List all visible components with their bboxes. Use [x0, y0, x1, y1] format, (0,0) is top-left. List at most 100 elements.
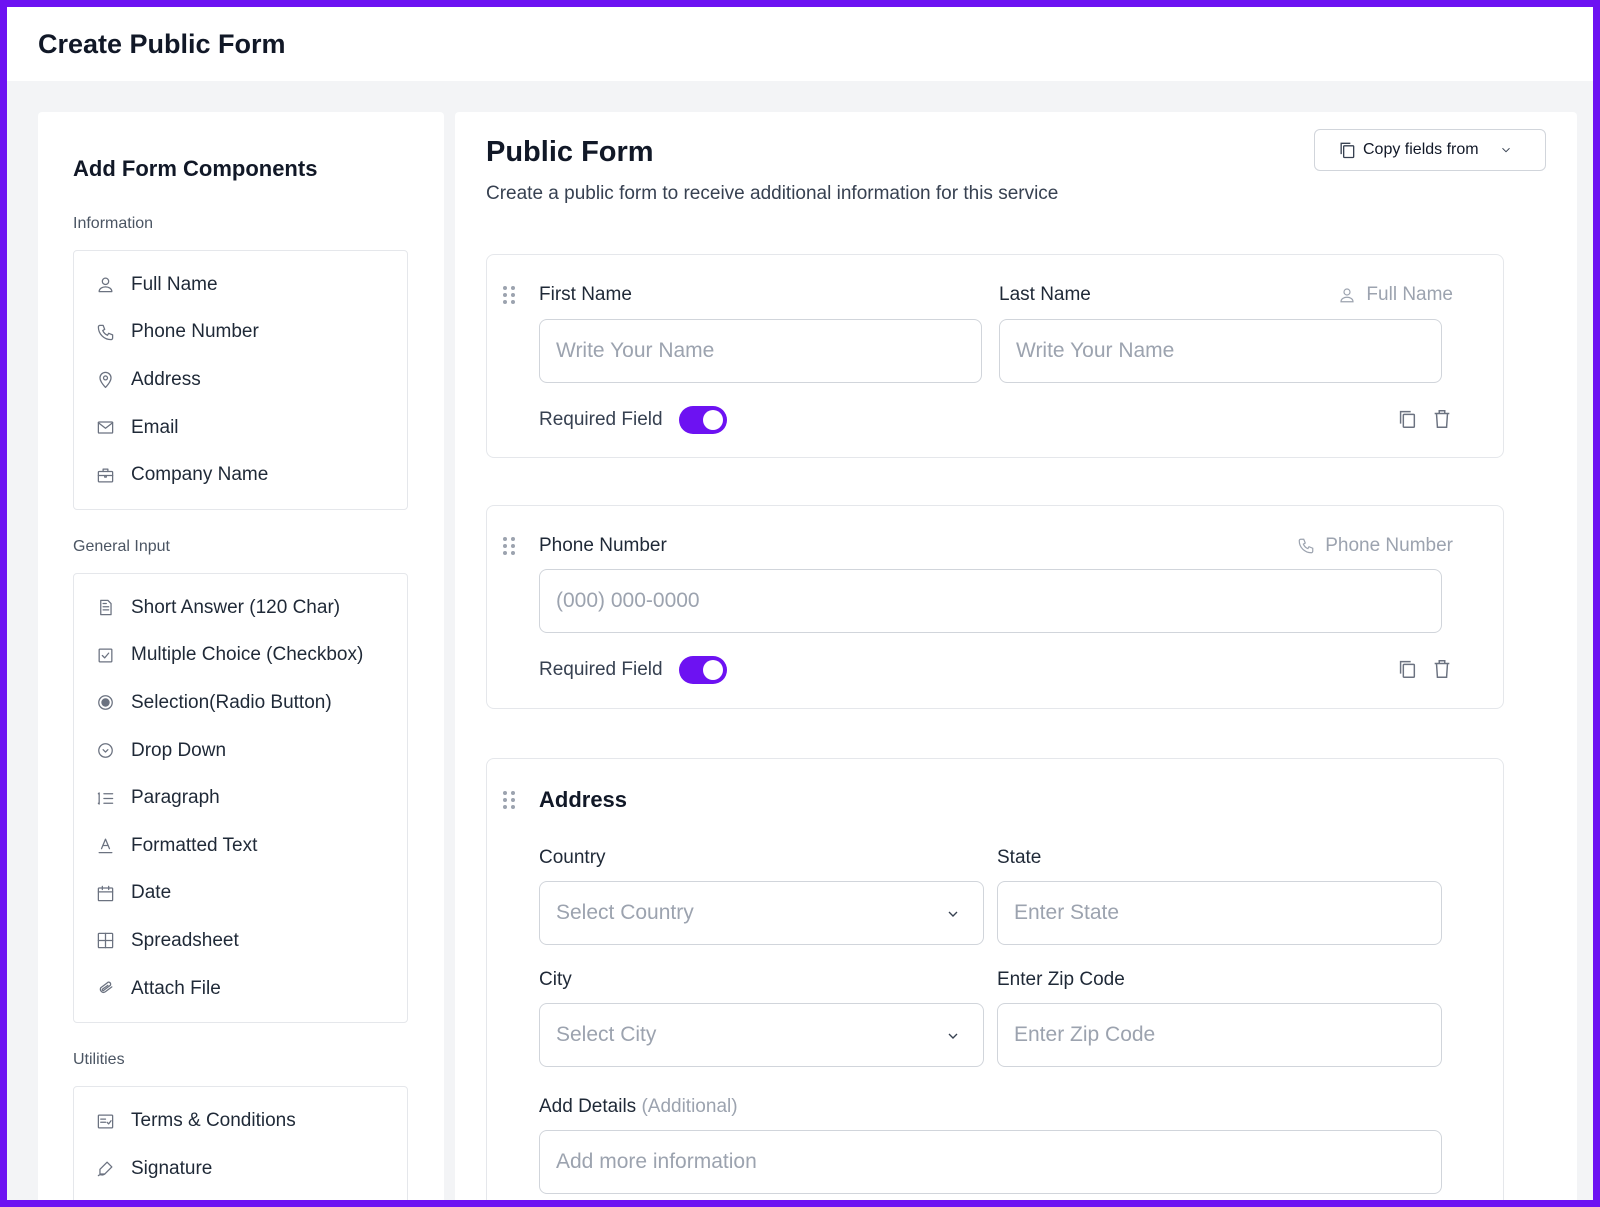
- add-details-label: Add Details (Additional): [539, 1096, 738, 1118]
- component-formatted-text[interactable]: Formatted Text: [74, 822, 407, 870]
- calendar-icon: [94, 882, 116, 904]
- component-address[interactable]: Address: [74, 356, 407, 404]
- radio-icon: [94, 692, 116, 714]
- phone-icon: [94, 321, 116, 343]
- required-toggle[interactable]: [678, 406, 727, 434]
- document-icon: [94, 597, 116, 619]
- zip-code-input[interactable]: Enter Zip Code: [997, 1003, 1442, 1067]
- add-details-input[interactable]: Add more information: [539, 1130, 1442, 1194]
- required-field-label: Required Field: [539, 659, 663, 680]
- country-select-value: Select Country: [556, 901, 694, 924]
- last-name-label: Last Name: [999, 284, 1091, 305]
- card-actions: [1396, 658, 1453, 680]
- map-pin-icon: [94, 369, 116, 391]
- terms-icon: [94, 1110, 116, 1132]
- text-format-icon: [94, 835, 116, 857]
- chevron-down-icon: [948, 911, 958, 917]
- group-utilities: Terms & Conditions Signature: [73, 1086, 408, 1200]
- section-label-information: Information: [73, 215, 154, 232]
- component-phone-number[interactable]: Phone Number: [74, 309, 407, 357]
- component-radio-selection[interactable]: Selection(Radio Button): [74, 679, 407, 727]
- component-full-name[interactable]: Full Name: [74, 261, 407, 309]
- last-name-input[interactable]: Write Your Name: [999, 319, 1442, 383]
- form-subtitle: Create a public form to receive addition…: [486, 183, 1059, 204]
- state-label: State: [997, 847, 1042, 868]
- component-label: Short Answer (120 Char): [131, 596, 341, 618]
- drag-handle-icon[interactable]: [503, 791, 515, 809]
- list-icon: [94, 787, 116, 809]
- first-name-input[interactable]: Write Your Name: [539, 319, 982, 383]
- address-field-card: Address Country State Select Country Ent…: [486, 758, 1504, 1200]
- component-label: Terms & Conditions: [131, 1110, 296, 1132]
- component-attach-file[interactable]: Attach File: [74, 965, 407, 1013]
- component-label: Multiple Choice (Checkbox): [131, 644, 364, 666]
- component-signature[interactable]: Signature: [74, 1145, 407, 1193]
- zip-code-label: Enter Zip Code: [997, 969, 1125, 990]
- required-field-label: Required Field: [539, 409, 663, 430]
- component-label: Date: [131, 882, 172, 904]
- top-bar: Create Public Form: [7, 7, 1593, 81]
- component-spreadsheet[interactable]: Spreadsheet: [74, 917, 407, 965]
- component-email[interactable]: Email: [74, 404, 407, 452]
- city-select[interactable]: Select City: [539, 1003, 984, 1067]
- chevron-circle-icon: [94, 740, 116, 762]
- checkbox-icon: [94, 644, 116, 666]
- add-details-hint: (Additional): [641, 1096, 738, 1117]
- component-multiple-choice[interactable]: Multiple Choice (Checkbox): [74, 632, 407, 680]
- group-information: Full Name Phone Number Address Email Com…: [73, 250, 408, 510]
- copy-fields-button[interactable]: Copy fields from: [1314, 129, 1546, 171]
- component-label: Attach File: [131, 977, 221, 999]
- group-general-input: Short Answer (120 Char) Multiple Choice …: [73, 572, 408, 1024]
- section-label-general-input: General Input: [73, 537, 170, 555]
- paperclip-icon: [94, 978, 116, 1000]
- components-sidebar: Add Form Components Information Full Nam…: [38, 112, 444, 1200]
- user-icon: [94, 274, 116, 296]
- chevron-down-icon: [948, 1033, 958, 1039]
- component-paragraph[interactable]: Paragraph: [74, 774, 407, 822]
- user-icon: [1340, 288, 1355, 303]
- card-actions: [1396, 408, 1453, 430]
- component-label: Drop Down: [131, 739, 227, 761]
- component-date[interactable]: Date: [74, 870, 407, 918]
- mail-icon: [94, 417, 116, 439]
- page-title: Create Public Form: [38, 28, 286, 59]
- phone-icon: [1298, 538, 1314, 554]
- component-company-name[interactable]: Company Name: [74, 451, 407, 499]
- component-label: Selection(Radio Button): [131, 691, 332, 713]
- component-drop-down[interactable]: Drop Down: [74, 727, 407, 775]
- country-select[interactable]: Select Country: [539, 881, 984, 945]
- name-field-card: First Name Last Name Full Name Write You…: [486, 254, 1504, 458]
- section-label-utilities: Utilities: [73, 1051, 125, 1069]
- required-field-row: Required Field: [539, 406, 727, 434]
- required-toggle[interactable]: [678, 656, 727, 684]
- component-terms-conditions[interactable]: Terms & Conditions: [74, 1097, 407, 1145]
- copy-icon: [1340, 142, 1355, 159]
- component-label: Paragraph: [131, 787, 220, 809]
- component-label: Full Name: [131, 273, 218, 295]
- chevron-down-icon: [1501, 147, 1510, 153]
- component-label: Email: [131, 416, 179, 438]
- field-type-label: Phone Number: [1325, 535, 1453, 556]
- form-builder-panel: Public Form Create a public form to rece…: [455, 112, 1577, 1200]
- phone-number-label: Phone Number: [539, 535, 667, 556]
- drag-handle-icon[interactable]: [503, 537, 515, 555]
- trash-icon[interactable]: [1431, 408, 1453, 430]
- phone-number-input[interactable]: (000) 000-0000: [539, 569, 1442, 633]
- sidebar-title: Add Form Components: [73, 156, 318, 181]
- city-select-value: Select City: [556, 1023, 657, 1046]
- component-label: Formatted Text: [131, 834, 258, 856]
- form-title: Public Form: [486, 136, 654, 168]
- trash-icon[interactable]: [1431, 658, 1453, 680]
- field-type-tag: Phone Number: [1297, 535, 1453, 557]
- drag-handle-icon[interactable]: [503, 286, 515, 304]
- duplicate-icon[interactable]: [1396, 658, 1418, 680]
- component-label: Signature: [131, 1157, 213, 1179]
- component-short-answer[interactable]: Short Answer (120 Char): [74, 584, 407, 632]
- field-type-label: Full Name: [1366, 284, 1453, 305]
- state-input[interactable]: Enter State: [997, 881, 1442, 945]
- duplicate-icon[interactable]: [1396, 408, 1418, 430]
- app-frame: Create Public Form Add Form Components I…: [7, 7, 1593, 1200]
- signature-icon: [94, 1158, 116, 1180]
- component-label: Address: [131, 368, 201, 390]
- phone-field-card: Phone Number Phone Number (000) 000-0000…: [486, 505, 1504, 709]
